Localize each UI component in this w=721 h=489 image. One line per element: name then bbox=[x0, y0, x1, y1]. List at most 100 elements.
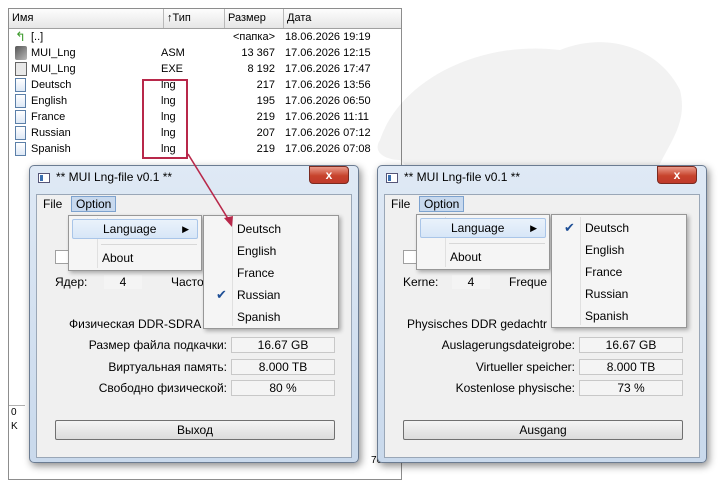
lng-files-highlight bbox=[142, 79, 188, 159]
file-size: 195 bbox=[256, 95, 275, 107]
file-name: France bbox=[31, 111, 66, 123]
frequency-label: Freque bbox=[509, 275, 548, 289]
free-physical-label: Свободно физической: bbox=[98, 381, 227, 395]
cores-value: 4 bbox=[451, 274, 491, 290]
swap-value: 16.67 GB bbox=[579, 337, 683, 353]
document-icon bbox=[15, 142, 26, 156]
file-size: 217 bbox=[256, 79, 275, 91]
file-date: 17.06.2026 07:08 bbox=[285, 143, 371, 155]
free-physical-label: Kostenlose physische: bbox=[455, 381, 575, 395]
file-type: EXE bbox=[161, 63, 184, 75]
checkmark-icon: ✔ bbox=[564, 220, 575, 235]
exe-file-icon bbox=[15, 62, 27, 76]
language-item-english[interactable]: English bbox=[555, 240, 683, 260]
checkmark-icon: ✔ bbox=[216, 287, 227, 302]
document-icon bbox=[15, 78, 26, 92]
menu-bar: File Option bbox=[385, 195, 699, 213]
column-name[interactable]: Имя bbox=[9, 9, 164, 28]
menu-item-label: Russian bbox=[237, 288, 281, 302]
menu-item-label: Deutsch bbox=[585, 221, 630, 235]
swap-value: 16.67 GB bbox=[231, 337, 335, 353]
language-item-deutsch[interactable]: ✔ Deutsch bbox=[555, 218, 683, 238]
file-row[interactable]: MUI_Lng ASM 13 367 17.06.2026 12:15 bbox=[9, 45, 401, 61]
file-date: 17.06.2026 17:47 bbox=[285, 63, 371, 75]
language-item-spanish[interactable]: Spanish bbox=[555, 306, 683, 326]
document-icon bbox=[15, 110, 26, 124]
virtual-memory-value: 8.000 TB bbox=[579, 359, 683, 375]
file-type: ASM bbox=[161, 47, 185, 59]
submenu-arrow-icon: ▶ bbox=[530, 223, 537, 233]
virtual-memory-label: Virtueller speicher: bbox=[475, 360, 575, 374]
column-size[interactable]: Размер bbox=[225, 9, 284, 28]
window-title: ** MUI Lng-file v0.1 ** bbox=[56, 170, 173, 184]
virtual-memory-label: Виртуальная память: bbox=[108, 360, 227, 374]
asm-file-icon bbox=[15, 46, 27, 60]
file-name: MUI_Lng bbox=[31, 63, 76, 75]
language-submenu: ✔ Deutsch English France Russian Spanish bbox=[551, 214, 687, 328]
file-date: 17.06.2026 07:12 bbox=[285, 127, 371, 139]
menu-option[interactable]: Option bbox=[71, 196, 117, 212]
file-size: 8 192 bbox=[247, 63, 275, 75]
language-item-france[interactable]: France bbox=[555, 262, 683, 282]
language-item-spanish[interactable]: Spanish bbox=[207, 307, 335, 327]
language-item-english[interactable]: English bbox=[207, 241, 335, 261]
file-list-header: Имя ↑Тип Размер Дата bbox=[9, 9, 401, 29]
annotation-arrow-icon bbox=[187, 153, 233, 227]
file-row[interactable]: English lng 195 17.06.2026 06:50 bbox=[9, 93, 401, 109]
file-size: 207 bbox=[256, 127, 275, 139]
exit-button[interactable]: Ausgang bbox=[403, 420, 683, 440]
free-physical-value: 80 % bbox=[231, 380, 335, 396]
column-type[interactable]: ↑Тип bbox=[164, 9, 225, 28]
file-name: [..] bbox=[31, 31, 44, 43]
language-item-russian[interactable]: Russian bbox=[555, 284, 683, 304]
file-date: 17.06.2026 06:50 bbox=[285, 95, 371, 107]
file-row[interactable]: France lng 219 17.06.2026 11:11 bbox=[9, 109, 401, 125]
status-stub-left: 0 K bbox=[9, 405, 25, 432]
file-row[interactable]: MUI_Lng EXE 8 192 17.06.2026 17:47 bbox=[9, 61, 401, 77]
file-row[interactable]: Russian lng 207 17.06.2026 07:12 bbox=[9, 125, 401, 141]
exit-button[interactable]: Выход bbox=[55, 420, 335, 440]
file-name: Deutsch bbox=[31, 79, 72, 91]
file-date: 18.06.2026 19:19 bbox=[285, 31, 371, 43]
close-button[interactable]: x bbox=[309, 166, 349, 184]
file-name: Spanish bbox=[31, 143, 71, 155]
menu-item-label: Language bbox=[103, 222, 157, 236]
cores-label: Kerne: bbox=[403, 275, 439, 289]
document-icon bbox=[15, 126, 26, 140]
file-row[interactable]: Deutsch lng 217 17.06.2026 13:56 bbox=[9, 77, 401, 93]
language-item-france[interactable]: France bbox=[207, 263, 335, 283]
file-size: 219 bbox=[256, 143, 275, 155]
file-date: 17.06.2026 13:56 bbox=[285, 79, 371, 91]
memory-type-label: Physisches DDR gedachtr bbox=[407, 317, 548, 331]
language-item-russian[interactable]: ✔ Russian bbox=[207, 285, 335, 305]
frequency-label: Часто bbox=[171, 275, 204, 289]
app-icon bbox=[38, 173, 50, 183]
checkbox[interactable] bbox=[55, 250, 69, 264]
memory-type-label: Физическая DDR-SDRA bbox=[69, 317, 202, 331]
virtual-memory-value: 8.000 TB bbox=[231, 359, 335, 375]
menu-item-language[interactable]: Language ▶ bbox=[420, 218, 546, 238]
close-button[interactable]: x bbox=[657, 166, 697, 184]
file-name: MUI_Lng bbox=[31, 47, 76, 59]
swap-label: Auslagerungsdateigrobe: bbox=[441, 338, 575, 352]
menu-item-about[interactable]: About bbox=[72, 248, 198, 268]
free-physical-value: 73 % bbox=[579, 380, 683, 396]
cores-label: Ядер: bbox=[55, 275, 88, 289]
menu-file[interactable]: File bbox=[387, 196, 414, 212]
file-size: 219 bbox=[256, 111, 275, 123]
cores-value: 4 bbox=[103, 274, 143, 290]
menu-option[interactable]: Option bbox=[419, 196, 465, 212]
menu-file[interactable]: File bbox=[39, 196, 66, 212]
menu-item-label: Language bbox=[451, 221, 505, 235]
checkbox[interactable] bbox=[403, 250, 417, 264]
file-date: 17.06.2026 12:15 bbox=[285, 47, 371, 59]
menu-item-about[interactable]: About bbox=[420, 247, 546, 267]
swap-label: Размер файла подкачки: bbox=[88, 338, 227, 352]
document-icon bbox=[15, 94, 26, 108]
option-menu: Language ▶ About bbox=[416, 214, 550, 270]
file-size: <папка> bbox=[232, 31, 275, 43]
file-row-parent[interactable]: ↰ [..] <папка> 18.06.2026 19:19 bbox=[9, 29, 401, 45]
file-name: Russian bbox=[31, 127, 71, 139]
language-submenu: Deutsch English France ✔ Russian Spanish bbox=[203, 215, 339, 329]
up-arrow-icon: ↰ bbox=[15, 29, 26, 44]
